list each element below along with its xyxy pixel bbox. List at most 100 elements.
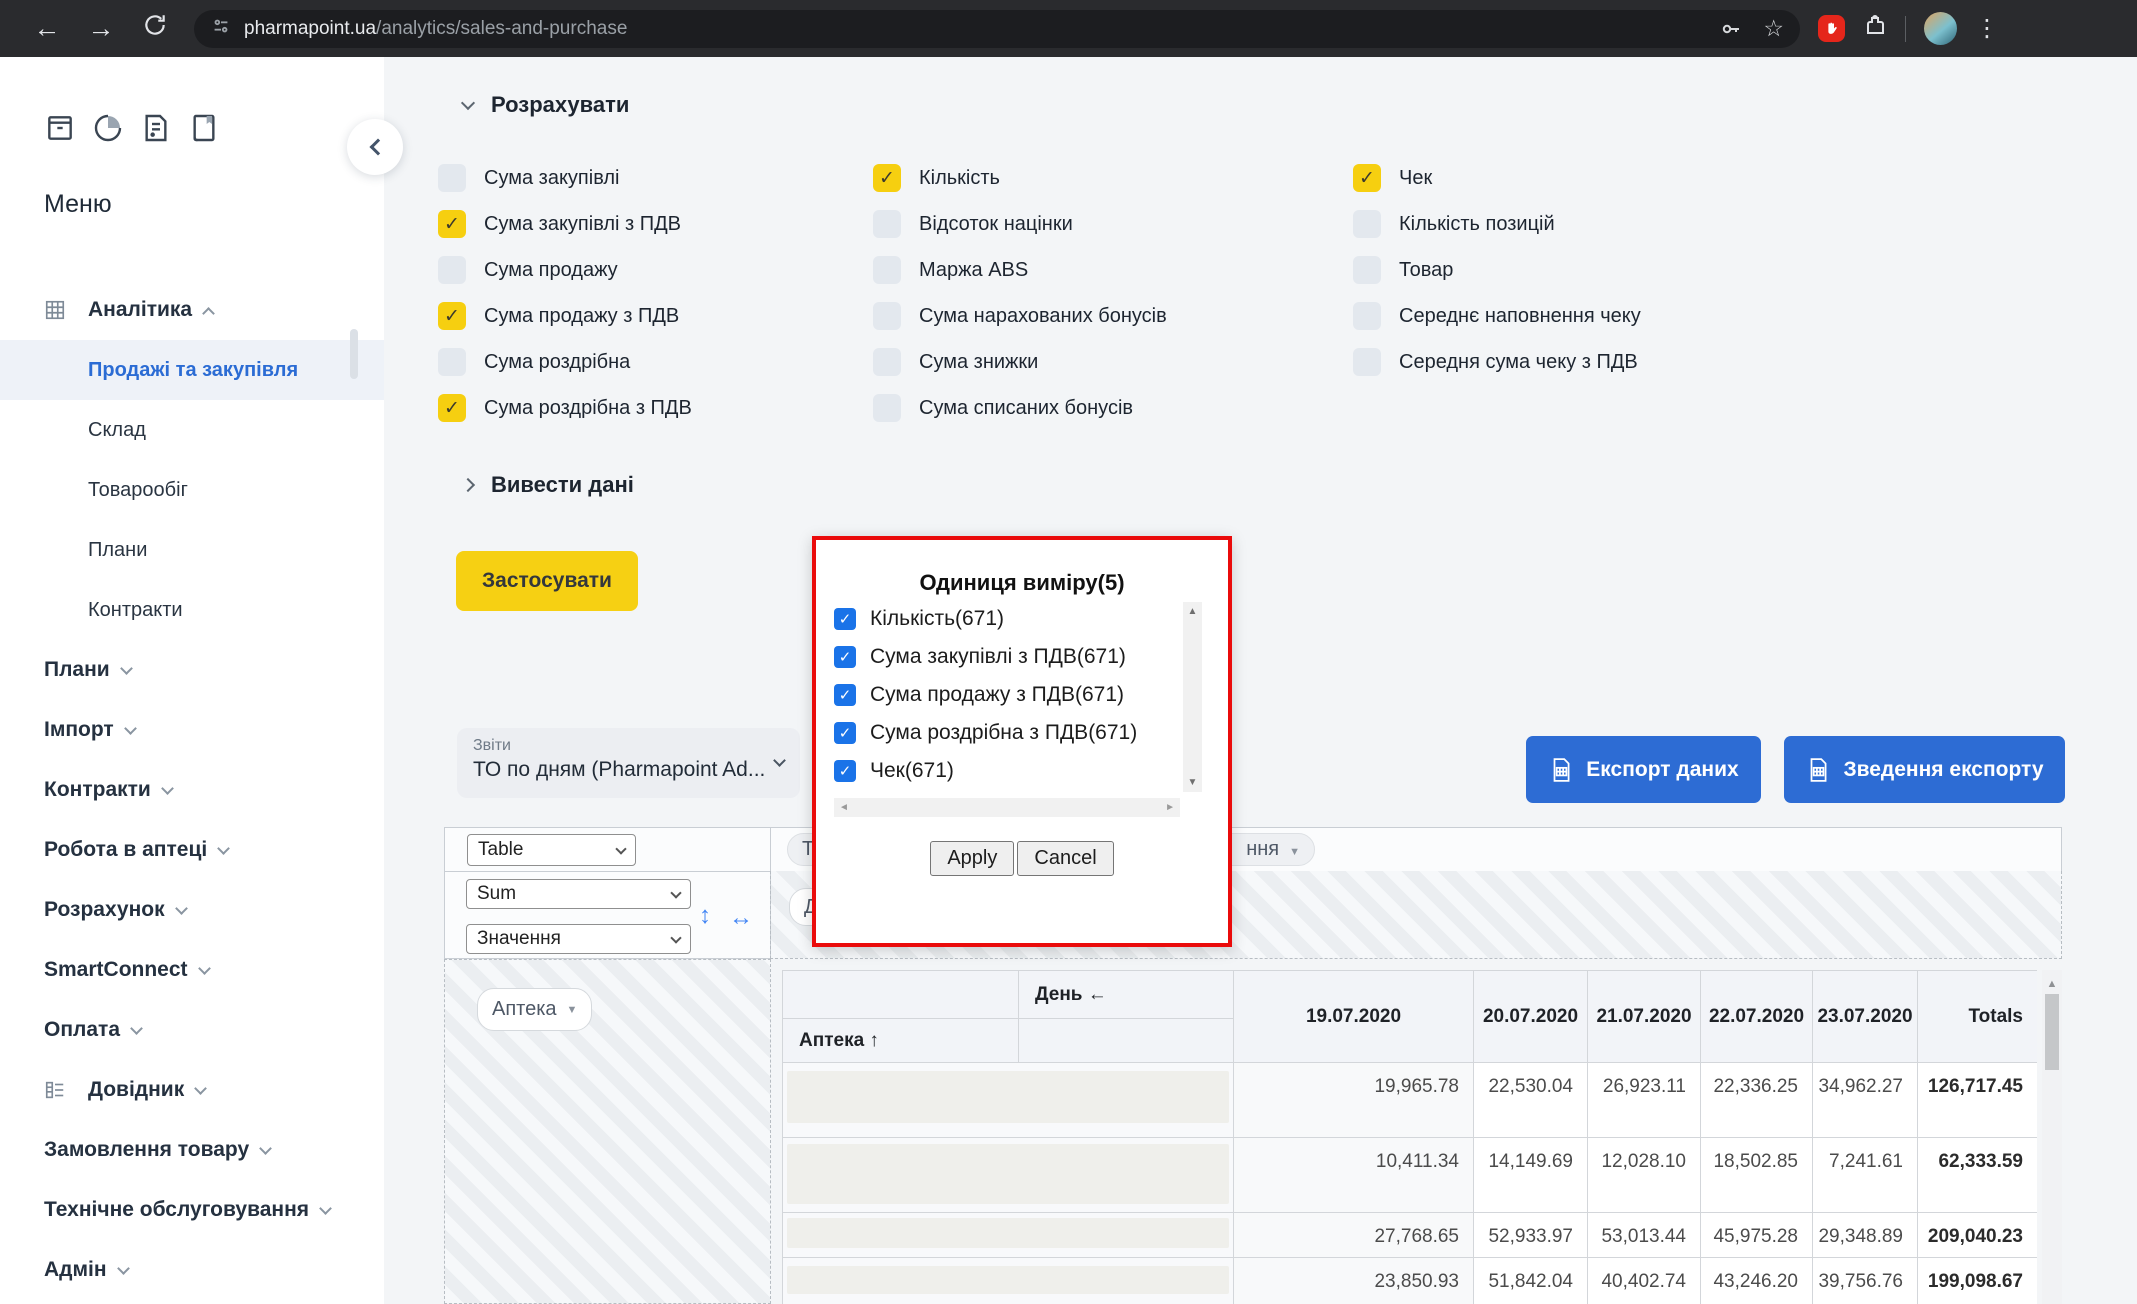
row-order-arrow-icon[interactable]: ↕ [699, 902, 711, 930]
renderer-select[interactable]: Table [467, 834, 636, 866]
modal-vertical-scrollbar[interactable]: ▲▼ [1183, 602, 1202, 792]
apply-filters-button[interactable]: Застосувати [456, 551, 638, 611]
row-axis-label[interactable]: Аптека ↑ [783, 1019, 1019, 1063]
site-info-icon[interactable] [210, 15, 232, 42]
col-order-arrow-icon[interactable]: ↔ [729, 904, 753, 932]
modal-checkbox-sales-vat[interactable]: ✓Сума продажу з ПДВ(671) [834, 676, 1180, 714]
corner-cell [783, 971, 1019, 1019]
forward-icon[interactable]: → [74, 13, 128, 44]
bookmark-star-icon[interactable]: ☆ [1763, 15, 1784, 42]
xlsx-file-icon [1805, 757, 1831, 783]
checkbox-sales-sum-vat[interactable]: ✓Сума продажу з ПДВ [438, 293, 692, 339]
url-text: pharmapoint.ua/analytics/sales-and-purch… [244, 18, 627, 40]
sidebar-item-warehouse[interactable]: Склад [0, 400, 384, 460]
sidebar-item-goods-order[interactable]: Замовлення товару [0, 1120, 384, 1180]
checkbox-retail-sum[interactable]: ✓Сума роздрібна [438, 339, 692, 385]
menu-dots-icon[interactable]: ⋮ [1975, 14, 1999, 43]
checkbox-icon: ✓ [438, 256, 466, 284]
date-column-header: 21.07.2020 [1588, 971, 1701, 1063]
sidebar-item-contracts-sub[interactable]: Контракти [0, 580, 384, 640]
book-icon[interactable] [188, 112, 220, 144]
pie-chart-icon[interactable] [92, 112, 124, 144]
table-row: 27,768.65 52,933.97 53,013.44 45,975.28 … [783, 1213, 2038, 1258]
sidebar-collapse-button[interactable] [347, 119, 403, 175]
output-data-section-header[interactable]: Вивести дані [463, 472, 634, 498]
sidebar-item-sales-and-purchase[interactable]: Продажі та закупівля [0, 340, 384, 400]
checkbox-checked-icon: ✓ [834, 608, 856, 630]
archive-icon[interactable] [44, 112, 76, 144]
sidebar-item-maintenance[interactable]: Технічне обслуговування [0, 1180, 384, 1240]
scroll-left-icon[interactable]: ◄ [839, 802, 849, 813]
modal-checkbox-receipt[interactable]: ✓Чек(671) [834, 752, 1180, 790]
row-attribute-pill[interactable]: Аптека▼ [477, 988, 592, 1031]
sidebar-item-analytics[interactable]: Аналітика [0, 280, 384, 340]
modal-apply-button[interactable]: Apply [930, 841, 1014, 876]
reports-select[interactable]: Звіти ТО по дням (Pharmapoint Ad... [457, 728, 800, 798]
calculate-column-3: ✓Чек ✓Кількість позицій ✓Товар ✓Середнє … [1353, 155, 1641, 385]
date-column-header: 23.07.2020 [1813, 971, 1918, 1063]
date-column-header: 20.07.2020 [1474, 971, 1588, 1063]
scroll-right-icon[interactable]: ► [1165, 802, 1175, 813]
checkbox-written-off-bonuses[interactable]: ✓Сума списаних бонусів [873, 385, 1167, 431]
sidebar-item-directory[interactable]: Довідник [0, 1060, 384, 1120]
profile-avatar[interactable] [1924, 12, 1957, 45]
sidebar-item-contracts[interactable]: Контракти [0, 760, 384, 820]
checkbox-checked-icon: ✓ [834, 722, 856, 744]
checkbox-avg-receipt-sum-vat[interactable]: ✓Середня сума чеку з ПДВ [1353, 339, 1641, 385]
chevron-down-icon [670, 887, 681, 898]
column-axis-label[interactable]: День ← [1019, 971, 1234, 1019]
modal-checkbox-purchase-vat[interactable]: ✓Сума закупівлі з ПДВ(671) [834, 638, 1180, 676]
sidebar-item-calculation[interactable]: Розрахунок [0, 880, 384, 940]
checkbox-discount-sum[interactable]: ✓Сума знижки [873, 339, 1167, 385]
reload-icon[interactable] [128, 12, 182, 45]
value-field-select[interactable]: Значення [466, 924, 691, 954]
calculate-section-header[interactable]: Розрахувати [463, 92, 629, 118]
chevron-down-icon [319, 1202, 332, 1215]
sidebar-item-plans[interactable]: Плани [0, 640, 384, 700]
document-icon[interactable] [140, 112, 172, 144]
scroll-up-icon[interactable]: ▲ [1188, 606, 1198, 617]
sidebar-item-smartconnect[interactable]: SmartConnect [0, 940, 384, 1000]
sidebar-item-plans-sub[interactable]: Плани [0, 520, 384, 580]
sidebar-item-payment[interactable]: Оплата [0, 1000, 384, 1060]
modal-checkbox-quantity[interactable]: ✓Кількість(671) [834, 600, 1180, 638]
back-icon[interactable]: ← [20, 13, 74, 44]
aggregator-select[interactable]: Sum [466, 879, 691, 909]
modal-cancel-button[interactable]: Cancel [1017, 841, 1113, 876]
table-scrollbar[interactable]: ▲ [2042, 970, 2062, 1304]
sidebar-item-turnover[interactable]: Товарообіг [0, 460, 384, 520]
checkbox-product[interactable]: ✓Товар [1353, 247, 1641, 293]
sidebar-scrollbar[interactable] [350, 329, 358, 379]
checkbox-sales-sum[interactable]: ✓Сума продажу [438, 247, 692, 293]
checkbox-quantity[interactable]: ✓Кількість [873, 155, 1167, 201]
export-summary-button[interactable]: Зведення експорту [1784, 736, 2065, 803]
checkbox-accrued-bonuses[interactable]: ✓Сума нарахованих бонусів [873, 293, 1167, 339]
sidebar-item-import[interactable]: Імпорт [0, 700, 384, 760]
sidebar-item-admin[interactable]: Адмін [0, 1240, 384, 1300]
export-data-button[interactable]: Експорт даних [1526, 736, 1761, 803]
url-bar[interactable]: pharmapoint.ua/analytics/sales-and-purch… [194, 10, 1800, 48]
checkbox-purchase-sum-vat[interactable]: ✓Сума закупівлі з ПДВ [438, 201, 692, 247]
modal-checkbox-retail-vat[interactable]: ✓Сума роздрібна з ПДВ(671) [834, 714, 1180, 752]
sidebar-item-pharmacy-work[interactable]: Робота в аптеці [0, 820, 384, 880]
scroll-up-icon[interactable]: ▲ [2042, 970, 2062, 990]
blocker-extension-icon[interactable] [1818, 15, 1845, 42]
triangle-down-icon: ▼ [567, 1004, 578, 1016]
checkbox-avg-receipt-fill[interactable]: ✓Середнє наповнення чеку [1353, 293, 1641, 339]
password-key-icon[interactable] [1719, 17, 1743, 41]
checkbox-margin-abs[interactable]: ✓Маржа ABS [873, 247, 1167, 293]
checkbox-purchase-sum[interactable]: ✓Сума закупівлі [438, 155, 692, 201]
checkbox-markup-percent[interactable]: ✓Відсоток націнки [873, 201, 1167, 247]
pivot-row-drop-zone[interactable]: Аптека▼ [444, 959, 771, 1304]
checkbox-positions-count[interactable]: ✓Кількість позицій [1353, 201, 1641, 247]
main-content: Розрахувати ✓Сума закупівлі ✓Сума закупі… [384, 57, 2137, 1304]
chevron-right-icon [461, 478, 475, 492]
checkbox-receipt[interactable]: ✓Чек [1353, 155, 1641, 201]
extensions-icon[interactable] [1863, 14, 1887, 43]
chevron-down-icon [175, 902, 188, 915]
scrollbar-thumb[interactable] [2045, 994, 2059, 1070]
scroll-down-icon[interactable]: ▼ [1188, 777, 1198, 788]
checkbox-checked-icon: ✓ [834, 760, 856, 782]
modal-horizontal-scrollbar[interactable]: ◄► [834, 798, 1180, 817]
checkbox-retail-sum-vat[interactable]: ✓Сума роздрібна з ПДВ [438, 385, 692, 431]
